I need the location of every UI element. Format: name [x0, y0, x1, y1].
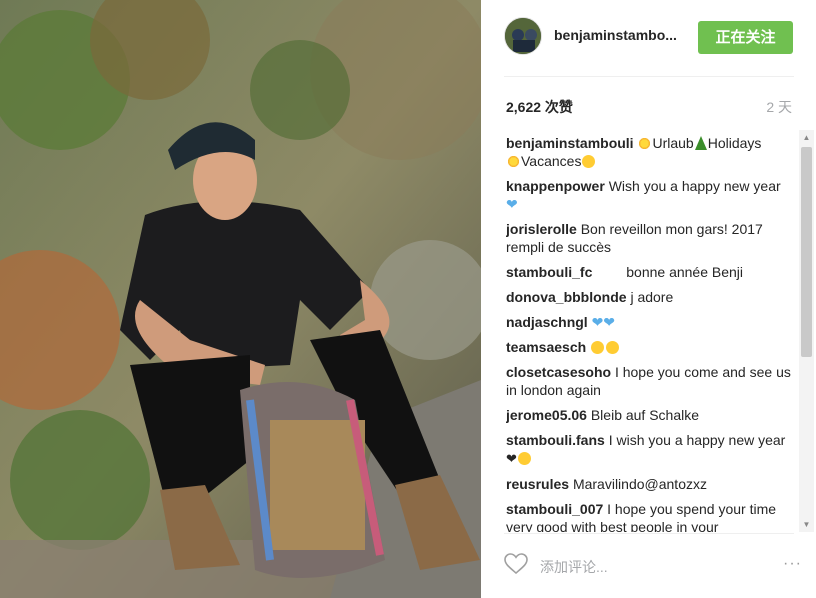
comment-text: I wish you a happy new year — [608, 432, 786, 448]
post-footer: 添加评论... ··· — [504, 545, 801, 585]
heart-outline-icon[interactable] — [504, 553, 528, 575]
comment-username[interactable]: stambouli.fans — [506, 432, 605, 448]
comment-text: Bleib auf Schalke — [590, 407, 700, 423]
comment-item: stambouli_fc bonne année Benji — [506, 263, 796, 281]
comment-scrollbar[interactable]: ▲ ▼ — [799, 130, 814, 532]
comment-username[interactable]: closetcasesoho — [506, 364, 611, 380]
comment-text: Maravilindo@antozxz — [572, 476, 707, 492]
comment-username[interactable]: stambouli_007 — [506, 501, 603, 517]
post-username[interactable]: benjaminstambo... — [554, 27, 677, 43]
post-side-panel: benjaminstambo... 正在关注 2,622 次赞 2 天 benj… — [481, 0, 816, 598]
blue-heart-emoji-icon: ❤ — [506, 196, 518, 212]
post-header: benjaminstambo... 正在关注 — [504, 17, 794, 59]
comment-item: closetcasesoho I hope you come and see u… — [506, 363, 796, 399]
avatar-image — [505, 18, 541, 54]
post-time[interactable]: 2 天 — [766, 97, 792, 117]
blue-heart-emoji-icon: ❤❤ — [591, 314, 616, 330]
photo-image — [0, 0, 481, 598]
comment-item: stambouli.fans I wish you a happy new ye… — [506, 431, 796, 468]
more-options-icon[interactable]: ··· — [783, 555, 802, 573]
caption-urlaub: Urlaub — [652, 135, 694, 151]
comment-item: teamsaesch — [506, 338, 796, 356]
comment-item: jerome05.06 Bleib auf Schalke — [506, 406, 796, 424]
scroll-up-icon[interactable]: ▲ — [799, 130, 814, 145]
footer-divider — [504, 533, 794, 534]
angel-emoji-icon — [606, 341, 620, 354]
scrollbar-thumb[interactable] — [801, 147, 812, 357]
sun-emoji-icon — [507, 155, 520, 168]
caption-holidays: Holidays — [707, 135, 762, 151]
comment-item: knappenpower Wish you a happy new year ❤ — [506, 177, 796, 213]
header-divider — [504, 76, 794, 77]
post-photo[interactable] — [0, 0, 481, 598]
comment-item: reusrules Maravilindo@antozxz — [506, 475, 796, 493]
comment-item: jorislerolle Bon reveillon mon gars! 201… — [506, 220, 796, 256]
scroll-down-icon[interactable]: ▼ — [799, 517, 814, 532]
comment-username[interactable]: reusrules — [506, 476, 569, 492]
comment-text: bonne année Benji — [626, 264, 744, 280]
comment-caption: benjaminstambouli Urlaub Holidays Vacance… — [506, 134, 796, 170]
post-modal: benjaminstambo... 正在关注 2,622 次赞 2 天 benj… — [0, 0, 816, 598]
comment-username[interactable]: teamsaesch — [506, 339, 586, 355]
like-count[interactable]: 2,622 次赞 — [506, 97, 573, 117]
comment-username[interactable]: jerome05.06 — [506, 407, 587, 423]
comment-item: stambouli_007 I hope you spend your time… — [506, 500, 796, 532]
comment-username[interactable]: stambouli_fc — [506, 264, 592, 280]
sun-emoji-icon — [638, 137, 652, 150]
comment-list: benjaminstambouli Urlaub Holidays Vacance… — [506, 134, 796, 532]
comment-username[interactable]: knappenpower — [506, 178, 605, 194]
laughing-emoji-icon — [582, 155, 596, 168]
black-heart-emoji-icon: ❤ — [506, 451, 517, 466]
avatar[interactable] — [504, 17, 542, 55]
comment-username[interactable]: benjaminstambouli — [506, 135, 634, 151]
comment-username[interactable]: nadjaschngl — [506, 314, 588, 330]
monkey-emoji-icon — [517, 452, 531, 465]
add-comment-input[interactable]: 添加评论... — [540, 557, 608, 577]
thumbs-up-emoji-icon — [591, 341, 605, 354]
following-button[interactable]: 正在关注 — [698, 21, 793, 54]
caption-vacances: Vacances — [521, 153, 582, 169]
comment-username[interactable]: jorislerolle — [506, 221, 577, 237]
comment-item: donova_bbblonde j adore — [506, 288, 796, 306]
comment-text: j adore — [630, 289, 674, 305]
comment-text: Wish you a happy new year — [608, 178, 781, 194]
tree-emoji-icon — [694, 136, 707, 150]
comment-username[interactable]: donova_bbblonde — [506, 289, 627, 305]
comment-item: nadjaschngl ❤❤ — [506, 313, 796, 331]
